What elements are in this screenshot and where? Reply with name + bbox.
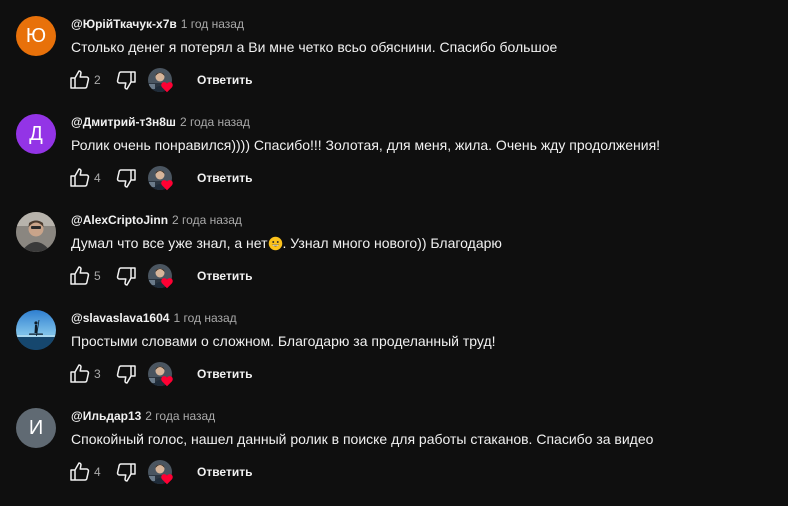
comment-text: Думал что все уже знал, а нет . Узнал мно… xyxy=(71,234,502,252)
like-count: 4 xyxy=(94,465,101,479)
comment-header: @AlexCriptoJinn 2 года назад xyxy=(71,212,242,228)
comments-section: Ю @ЮрійТкачук-х7в 1 год назад Столько ден… xyxy=(0,0,788,506)
comment-thread: И @Ильдар13 2 года назад Спокойный голос,… xyxy=(0,392,788,490)
comment-header: @Ильдар13 2 года назад xyxy=(71,408,215,424)
comment-thread: @AlexCriptoJinn 2 года назад Думал что вс… xyxy=(0,196,788,294)
creator-heart-badge[interactable] xyxy=(148,460,176,488)
comment-header: @slavaslava1604 1 год назад xyxy=(71,310,237,326)
like-icon[interactable] xyxy=(68,362,92,386)
comment-author[interactable]: @ЮрійТкачук-х7в xyxy=(71,17,177,31)
reply-button[interactable]: Ответить xyxy=(188,164,261,192)
creator-heart-badge[interactable] xyxy=(148,166,176,194)
comment-text: Ролик очень понравился)))) Спасибо!!! Зо… xyxy=(71,137,661,153)
dislike-icon[interactable] xyxy=(114,264,138,288)
like-count: 2 xyxy=(94,73,101,87)
comment-time[interactable]: 2 года назад xyxy=(145,409,215,423)
comment-time[interactable]: 2 года назад xyxy=(172,213,242,227)
comment-author[interactable]: @AlexCriptoJinn xyxy=(71,213,168,227)
like-count: 4 xyxy=(94,171,101,185)
comment-author[interactable]: @slavaslava1604 xyxy=(71,311,169,325)
comment-thread: Д @Дмитрий-т3н8ш 2 года назад Ролик очень… xyxy=(0,98,788,196)
avatar-letter: И xyxy=(28,416,44,439)
dislike-icon[interactable] xyxy=(114,166,138,190)
like-count: 5 xyxy=(94,269,101,283)
heart-icon xyxy=(161,180,173,191)
avatar[interactable]: Ю xyxy=(16,16,56,56)
like-count: 3 xyxy=(94,367,101,381)
dislike-icon[interactable] xyxy=(114,460,138,484)
reply-button[interactable]: Ответить xyxy=(188,262,261,290)
comment-thread: Ю @ЮрійТкачук-х7в 1 год назад Столько ден… xyxy=(0,0,788,98)
comment-action-bar: 5 Ответить xyxy=(66,262,366,290)
comment-author[interactable]: @Ильдар13 xyxy=(71,409,141,423)
reply-button[interactable]: Ответить xyxy=(188,458,261,486)
dislike-icon[interactable] xyxy=(114,362,138,386)
dislike-icon[interactable] xyxy=(114,68,138,92)
comment-time[interactable]: 1 год назад xyxy=(181,17,244,31)
comment-time[interactable]: 1 год назад xyxy=(173,311,236,325)
comment-text: Простыми словами о сложном. Благодарю за… xyxy=(71,333,496,349)
comment-author[interactable]: @Дмитрий-т3н8ш xyxy=(71,115,176,129)
comment-header: @Дмитрий-т3н8ш 2 года назад xyxy=(71,114,250,130)
comment-text: Столько денег я потерял а Ви мне четко в… xyxy=(71,39,558,55)
like-icon[interactable] xyxy=(68,460,92,484)
creator-heart-badge[interactable] xyxy=(148,362,176,390)
like-icon[interactable] xyxy=(68,166,92,190)
comment-action-bar: 4 Ответить xyxy=(66,458,366,486)
reply-button[interactable]: Ответить xyxy=(188,66,261,94)
person-photo-icon xyxy=(16,212,56,252)
comment-action-bar: 3 Ответить xyxy=(66,360,366,388)
comment-action-bar: 2 Ответить xyxy=(66,66,366,94)
paddleboard-sunset-icon xyxy=(16,310,56,350)
heart-icon xyxy=(161,474,173,485)
comment-text-part: Думал что все уже знал, а нет xyxy=(71,235,268,251)
heart-icon xyxy=(161,82,173,93)
comment-time[interactable]: 2 года назад xyxy=(180,115,250,129)
avatar-letter: Д xyxy=(29,122,43,145)
avatar[interactable]: Д xyxy=(16,114,56,154)
heart-icon xyxy=(161,376,173,387)
reply-button[interactable]: Ответить xyxy=(188,360,261,388)
avatar[interactable] xyxy=(16,310,56,350)
like-icon[interactable] xyxy=(68,68,92,92)
creator-heart-badge[interactable] xyxy=(148,68,176,96)
comment-text: Спокойный голос, нашел данный ролик в по… xyxy=(71,431,654,447)
grinning-face-emoji-icon xyxy=(268,236,282,251)
creator-heart-badge[interactable] xyxy=(148,264,176,292)
comment-header: @ЮрійТкачук-х7в 1 год назад xyxy=(71,16,244,32)
avatar[interactable]: И xyxy=(16,408,56,448)
like-icon[interactable] xyxy=(68,264,92,288)
comment-thread: @slavaslava1604 1 год назад Простыми слов… xyxy=(0,294,788,392)
comment-action-bar: 4 Ответить xyxy=(66,164,366,192)
avatar[interactable] xyxy=(16,212,56,252)
comment-text-part: . Узнал много нового)) Благодарю xyxy=(282,235,502,251)
avatar-letter: Ю xyxy=(25,24,47,47)
heart-icon xyxy=(161,278,173,289)
